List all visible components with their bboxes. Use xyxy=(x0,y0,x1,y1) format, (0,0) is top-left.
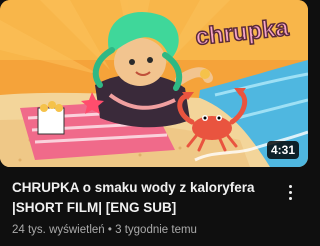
vertical-dots-icon xyxy=(288,184,292,188)
video-title-line-1: CHRUPKA o smaku wody z kaloryfera xyxy=(12,180,255,195)
video-thumbnail[interactable]: chrupka 4:31 xyxy=(0,0,308,167)
upload-age: 3 tygodnie temu xyxy=(115,224,197,236)
video-metadata: 24 tys. wyświetleń • 3 tygodnie temu xyxy=(12,222,197,238)
vertical-dots-icon xyxy=(288,190,292,194)
more-actions-button[interactable] xyxy=(280,180,300,204)
vertical-dots-icon xyxy=(288,196,292,200)
duration-badge: 4:31 xyxy=(266,141,299,159)
view-count: 24 tys. wyświetleń xyxy=(12,224,105,236)
video-title-line-2: |SHORT FILM| [ENG SUB] xyxy=(12,200,177,215)
video-title[interactable]: CHRUPKA o smaku wody z kaloryfera |SHORT… xyxy=(12,178,262,218)
video-card[interactable]: chrupka 4:31 CHRUPKA o smaku wody z kalo… xyxy=(0,0,308,246)
meta-separator: • xyxy=(107,224,112,236)
thumbnail-illustration: chrupka xyxy=(0,0,308,167)
